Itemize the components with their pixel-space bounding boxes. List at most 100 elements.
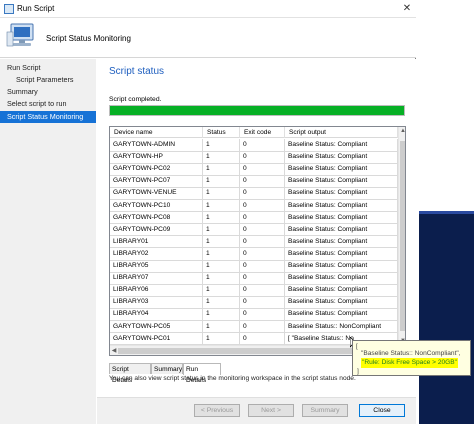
table-row[interactable]: GARYTOWN-PC10 1 0 Baseline Status: Complian…	[110, 199, 398, 213]
wizard-header: Script Status Monitoring	[0, 18, 416, 58]
tab-summary[interactable]: Summary	[151, 363, 183, 374]
cell-status: 1	[203, 151, 240, 164]
table-row[interactable]: LIBRARY03 1 0 Baseline Status: Compliant	[110, 296, 398, 309]
tooltip-close-bracket: ]	[357, 368, 359, 375]
tab-script-details[interactable]: Script Details	[109, 363, 151, 384]
table-row[interactable]: GARYTOWN-PC07 1 0 Baseline Status: Complian…	[110, 175, 398, 188]
sidebar-item-script-status-monitoring[interactable]: Script Status Monitoring	[0, 111, 96, 123]
cell-exit-code: 0	[240, 260, 285, 273]
previous-button[interactable]: < Previous	[194, 404, 240, 417]
progress-bar	[109, 105, 405, 116]
cell-device-name: GARYTOWN-PC01	[110, 332, 203, 346]
summary-button[interactable]: Summary	[302, 404, 348, 417]
table-row[interactable]: GARYTOWN-HP 1 0 Baseline Status: Compliant	[110, 151, 398, 164]
sidebar-item-script-parameters[interactable]: Script Parameters	[0, 74, 96, 86]
table-row[interactable]: GARYTOWN-PC08 1 0 Baseline Status: Complian…	[110, 211, 398, 225]
wizard-footer: < Previous Next > Summary Close	[97, 397, 416, 424]
cell-device-name: GARYTOWN-HP	[110, 151, 203, 164]
next-button[interactable]: Next >	[248, 404, 294, 417]
scroll-up-icon[interactable]: ▲	[399, 127, 405, 135]
cell-device-name: GARYTOWN-VENUE	[110, 187, 203, 201]
cell-script-output: Baseline Status: Compliant	[285, 260, 398, 273]
sidebar-item-run-script[interactable]: Run Script	[0, 62, 96, 74]
cell-exit-code: 0	[240, 272, 285, 285]
cell-status: 1	[203, 223, 240, 237]
cell-tooltip: [ "Baseline Status:: NonCompliant", "Rul…	[352, 340, 471, 376]
table-row[interactable]: GARYTOWN-PC09 1 0 Baseline Status: Complian…	[110, 223, 398, 237]
vertical-scrollbar[interactable]: ▲ ▼	[398, 127, 405, 345]
cell-status: 1	[203, 211, 240, 225]
cell-status: 1	[203, 199, 240, 213]
table-row[interactable]: LIBRARY07 1 0 Baseline Status: Compliant	[110, 272, 398, 285]
table-row[interactable]: GARYTOWN-PC05 1 0 Baseline Status:: NonComp…	[110, 320, 398, 334]
cell-device-name: GARYTOWN-PC09	[110, 223, 203, 237]
horizontal-scroll-thumb[interactable]	[118, 348, 378, 354]
results-grid[interactable]: Device name Status Exit code Script outp…	[109, 126, 406, 356]
cell-script-output: Baseline Status: Compliant	[285, 175, 398, 188]
cell-exit-code: 0	[240, 163, 285, 176]
tooltip-open-bracket: [	[356, 343, 358, 350]
table-row[interactable]: LIBRARY02 1 0 Baseline Status: Compliant	[110, 247, 398, 261]
tooltip-line-2: "Rule: Disk Free Space > 20GB"	[361, 358, 459, 368]
cell-exit-code: 0	[240, 284, 285, 297]
cell-status: 1	[203, 332, 240, 346]
cell-status: 1	[203, 163, 240, 176]
cell-exit-code: 0	[240, 296, 285, 309]
cell-device-name: LIBRARY06	[110, 284, 203, 297]
cell-device-name: LIBRARY05	[110, 260, 203, 273]
cell-script-output: Baseline Status: Compliant	[285, 308, 398, 322]
status-text: Script completed.	[109, 96, 162, 103]
cell-status: 1	[203, 175, 240, 188]
column-header-script-output[interactable]: Script output	[285, 127, 398, 138]
cell-device-name: LIBRARY04	[110, 308, 203, 322]
cell-script-output: Baseline Status: Compliant	[285, 235, 398, 249]
cell-device-name: LIBRARY01	[110, 235, 203, 249]
table-row[interactable]: GARYTOWN-VENUE 1 0 Baseline Status: Complia…	[110, 187, 398, 201]
table-row[interactable]: LIBRARY01 1 0 Baseline Status: Compliant	[110, 235, 398, 249]
cell-exit-code: 0	[240, 211, 285, 225]
table-row[interactable]: LIBRARY06 1 0 Baseline Status: Compliant	[110, 284, 398, 297]
title-bar[interactable]: Run Script ✕	[0, 0, 416, 18]
cell-script-output: Baseline Status: Compliant	[285, 284, 398, 297]
app-icon	[4, 4, 14, 14]
column-header-status[interactable]: Status	[203, 127, 240, 138]
cell-status: 1	[203, 260, 240, 273]
cell-script-output: Baseline Status: Compliant	[285, 151, 398, 164]
computer-icon	[6, 23, 34, 47]
cell-device-name: GARYTOWN-PC07	[110, 175, 203, 188]
background-app-accent	[419, 211, 474, 214]
cell-exit-code: 0	[240, 308, 285, 322]
cell-script-output: Baseline Status: Compliant	[285, 296, 398, 309]
cell-exit-code: 0	[240, 235, 285, 249]
cell-device-name: LIBRARY02	[110, 247, 203, 261]
column-header-device-name[interactable]: Device name	[110, 127, 203, 138]
cell-script-output: Baseline Status: Compliant	[285, 187, 398, 201]
cell-exit-code: 0	[240, 320, 285, 334]
cell-exit-code: 0	[240, 139, 285, 152]
cell-status: 1	[203, 284, 240, 297]
window-title: Run Script	[17, 4, 55, 13]
scroll-left-icon[interactable]: ◀	[110, 346, 118, 355]
vertical-scroll-thumb[interactable]	[400, 141, 405, 331]
sidebar-item-select-script[interactable]: Select script to run	[0, 98, 96, 110]
background-app-window	[419, 211, 474, 424]
page-title: Script status	[109, 66, 165, 77]
cell-status: 1	[203, 235, 240, 249]
cell-exit-code: 0	[240, 187, 285, 201]
tab-run-details[interactable]: Run Details	[183, 363, 221, 384]
cell-device-name: GARYTOWN-ADMIN	[110, 139, 203, 152]
table-row[interactable]: LIBRARY05 1 0 Baseline Status: Compliant	[110, 260, 398, 273]
table-row[interactable]: GARYTOWN-ADMIN 1 0 Baseline Status: Complia…	[110, 139, 398, 152]
info-text: You can also view script status in the m…	[109, 375, 356, 382]
table-row[interactable]: LIBRARY04 1 0 Baseline Status: Compliant	[110, 308, 398, 322]
sidebar-item-summary[interactable]: Summary	[0, 86, 96, 98]
header-title: Script Status Monitoring	[46, 34, 131, 43]
table-row[interactable]: GARYTOWN-PC02 1 0 Baseline Status: Complian…	[110, 163, 398, 176]
cell-exit-code: 0	[240, 151, 285, 164]
background-app-panel	[414, 0, 474, 210]
column-header-exit-code[interactable]: Exit code	[240, 127, 285, 138]
close-window-button[interactable]: ✕	[400, 2, 414, 16]
close-button[interactable]: Close	[359, 404, 405, 417]
cell-exit-code: 0	[240, 175, 285, 188]
cell-exit-code: 0	[240, 247, 285, 261]
